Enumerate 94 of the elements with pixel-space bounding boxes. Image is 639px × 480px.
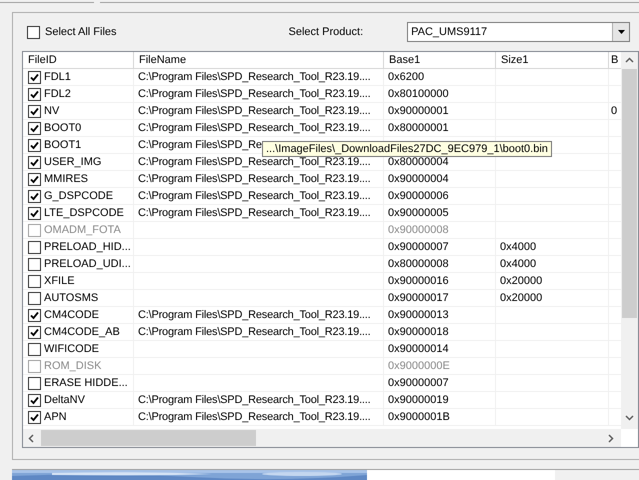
file-id-label: BOOT0 bbox=[44, 120, 82, 136]
file-id-label: NV bbox=[44, 104, 60, 119]
checkbox[interactable] bbox=[28, 240, 41, 254]
table-cell: 0x20000 bbox=[496, 290, 609, 307]
file-id-label: AUTOSMS bbox=[44, 290, 98, 306]
table-cell: C:\Program Files\SPD_Research_Tool_R23.19.... bbox=[134, 69, 384, 86]
table-cell: 0x9000001B bbox=[384, 409, 496, 426]
checkbox[interactable] bbox=[28, 138, 41, 152]
file-id-label: ERASE HIDDE... bbox=[44, 376, 128, 391]
table-cell: 0x80000008 bbox=[384, 256, 496, 273]
file-id-label: FDL2 bbox=[44, 86, 71, 102]
file-id-label: XFILE bbox=[44, 274, 75, 289]
file-id-label: CM4CODE bbox=[44, 308, 100, 323]
table-cell: C:\Program Files\SPD_Research_Tool_R23.19.... bbox=[134, 120, 384, 137]
column-header[interactable]: FileID bbox=[23, 52, 134, 69]
table-cell: 0x90000007 bbox=[384, 239, 496, 256]
table-cell: 0x90000007 bbox=[384, 375, 496, 392]
table-cell: 0x90000018 bbox=[384, 324, 496, 341]
table-cell: C:\Program Files\SPD_Research_Tool_R23.19.... bbox=[134, 324, 384, 341]
checkbox[interactable] bbox=[28, 342, 41, 356]
file-id-label: APN bbox=[44, 410, 67, 425]
checkbox[interactable] bbox=[28, 156, 41, 168]
table-cell: 0x90000001 bbox=[384, 103, 496, 120]
table-cell: C:\Program Files\SPD_Research_Tool_R23.19.... bbox=[134, 86, 384, 103]
table-cell: 0x90000017 bbox=[384, 290, 496, 307]
column-header[interactable]: FileName bbox=[134, 52, 384, 69]
select-all-label: Select All Files bbox=[45, 24, 117, 40]
file-id-label: WIFICODE bbox=[44, 342, 99, 357]
table-cell: 0x90000005 bbox=[384, 205, 496, 222]
checkbox[interactable] bbox=[28, 394, 41, 406]
table-cell: 0x20000 bbox=[496, 273, 609, 290]
file-id-label: CM4CODE_AB bbox=[44, 324, 120, 340]
table-cell: 0x80100000 bbox=[384, 86, 496, 103]
dropdown-button[interactable] bbox=[612, 23, 630, 41]
scroll-down-icon[interactable] bbox=[625, 415, 634, 421]
column-header[interactable]: Base1 bbox=[384, 52, 496, 69]
file-id-label: LTE_DSPCODE bbox=[44, 206, 124, 221]
file-id-label: G_DSPCODE bbox=[44, 188, 114, 204]
file-id-label: OMADM_FOTA bbox=[44, 222, 121, 238]
table-cell: C:\Program Files\SPD_Research_Tool_R23.19.... bbox=[134, 188, 384, 205]
table-cell: 0x90000006 bbox=[384, 188, 496, 205]
scroll-up-icon[interactable] bbox=[625, 57, 634, 63]
checkbox[interactable] bbox=[27, 26, 40, 38]
checkbox[interactable] bbox=[28, 88, 41, 100]
file-id-label: BOOT1 bbox=[44, 138, 82, 153]
file-id-label: FDL1 bbox=[44, 70, 71, 85]
scroll-left-icon[interactable] bbox=[28, 434, 34, 443]
file-id-label: DeltaNV bbox=[44, 392, 85, 408]
horizontal-scrollbar[interactable] bbox=[23, 429, 621, 447]
checkbox[interactable] bbox=[28, 376, 41, 390]
file-id-label: PRELOAD_UDI... bbox=[44, 256, 131, 272]
file-id-label: ROM_DISK bbox=[44, 358, 102, 374]
table-cell: 0x90000004 bbox=[384, 171, 496, 188]
scroll-thumb[interactable] bbox=[622, 69, 637, 318]
table-cell: 0x80000001 bbox=[384, 120, 496, 137]
table-cell: 0x90000016 bbox=[384, 273, 496, 290]
checkbox[interactable] bbox=[28, 410, 41, 424]
checkbox[interactable] bbox=[28, 308, 41, 322]
checkbox[interactable] bbox=[28, 326, 41, 338]
table-cell: C:\Program Files\SPD_Research_Tool_R23.19.... bbox=[134, 392, 384, 409]
column-header[interactable]: B bbox=[609, 52, 621, 69]
checkbox[interactable] bbox=[28, 122, 41, 134]
product-dropdown[interactable]: PAC_UMS9117 bbox=[407, 22, 630, 42]
checkbox[interactable] bbox=[28, 190, 41, 202]
table-cell: 0x4000 bbox=[496, 239, 609, 256]
checkbox[interactable] bbox=[28, 70, 41, 84]
table-cell: 0x90000019 bbox=[384, 392, 496, 409]
checkbox[interactable] bbox=[28, 206, 41, 220]
table-cell: C:\Program Files\SPD_Research_Tool_R23.19.... bbox=[134, 409, 384, 426]
table-cell: 0x6200 bbox=[384, 69, 496, 86]
file-id-label: MMIRES bbox=[44, 172, 88, 187]
select-product-label: Select Product: bbox=[288, 24, 364, 40]
checkbox[interactable] bbox=[28, 292, 41, 304]
checkbox[interactable] bbox=[28, 258, 41, 270]
file-id-label: USER_IMG bbox=[44, 154, 102, 170]
file-id-label: PRELOAD_HID... bbox=[44, 240, 131, 255]
checkbox[interactable] bbox=[28, 104, 41, 118]
checkbox[interactable] bbox=[28, 274, 41, 288]
table-cell: C:\Program Files\SPD_Research_Tool_R23.19.... bbox=[134, 307, 384, 324]
scroll-right-icon[interactable] bbox=[608, 434, 614, 443]
table-cell: 0x9000000E bbox=[384, 358, 496, 375]
dropdown-arrow-icon bbox=[618, 30, 625, 34]
column-header[interactable]: Size1 bbox=[496, 52, 609, 69]
vertical-scrollbar[interactable] bbox=[621, 52, 638, 429]
table-cell: 0x90000008 bbox=[384, 222, 496, 239]
table-cell: 0x4000 bbox=[496, 256, 609, 273]
table-cell: C:\Program Files\SPD_Research_Tool_R23.19.... bbox=[134, 103, 384, 120]
scroll-thumb[interactable] bbox=[41, 430, 256, 446]
table-cell: C:\Program Files\SPD_Research_Tool_R23.19.... bbox=[134, 171, 384, 188]
table-cell: 0x90000014 bbox=[384, 341, 496, 358]
tooltip: ...\ImageFiles\_DownloadFiles27DC_9EC979_1\boot0.bin bbox=[262, 141, 552, 157]
checkbox[interactable] bbox=[28, 172, 41, 186]
table-cell: 0x90000013 bbox=[384, 307, 496, 324]
table-cell: C:\Program Files\SPD_Research_Tool_R23.19.... bbox=[134, 205, 384, 222]
